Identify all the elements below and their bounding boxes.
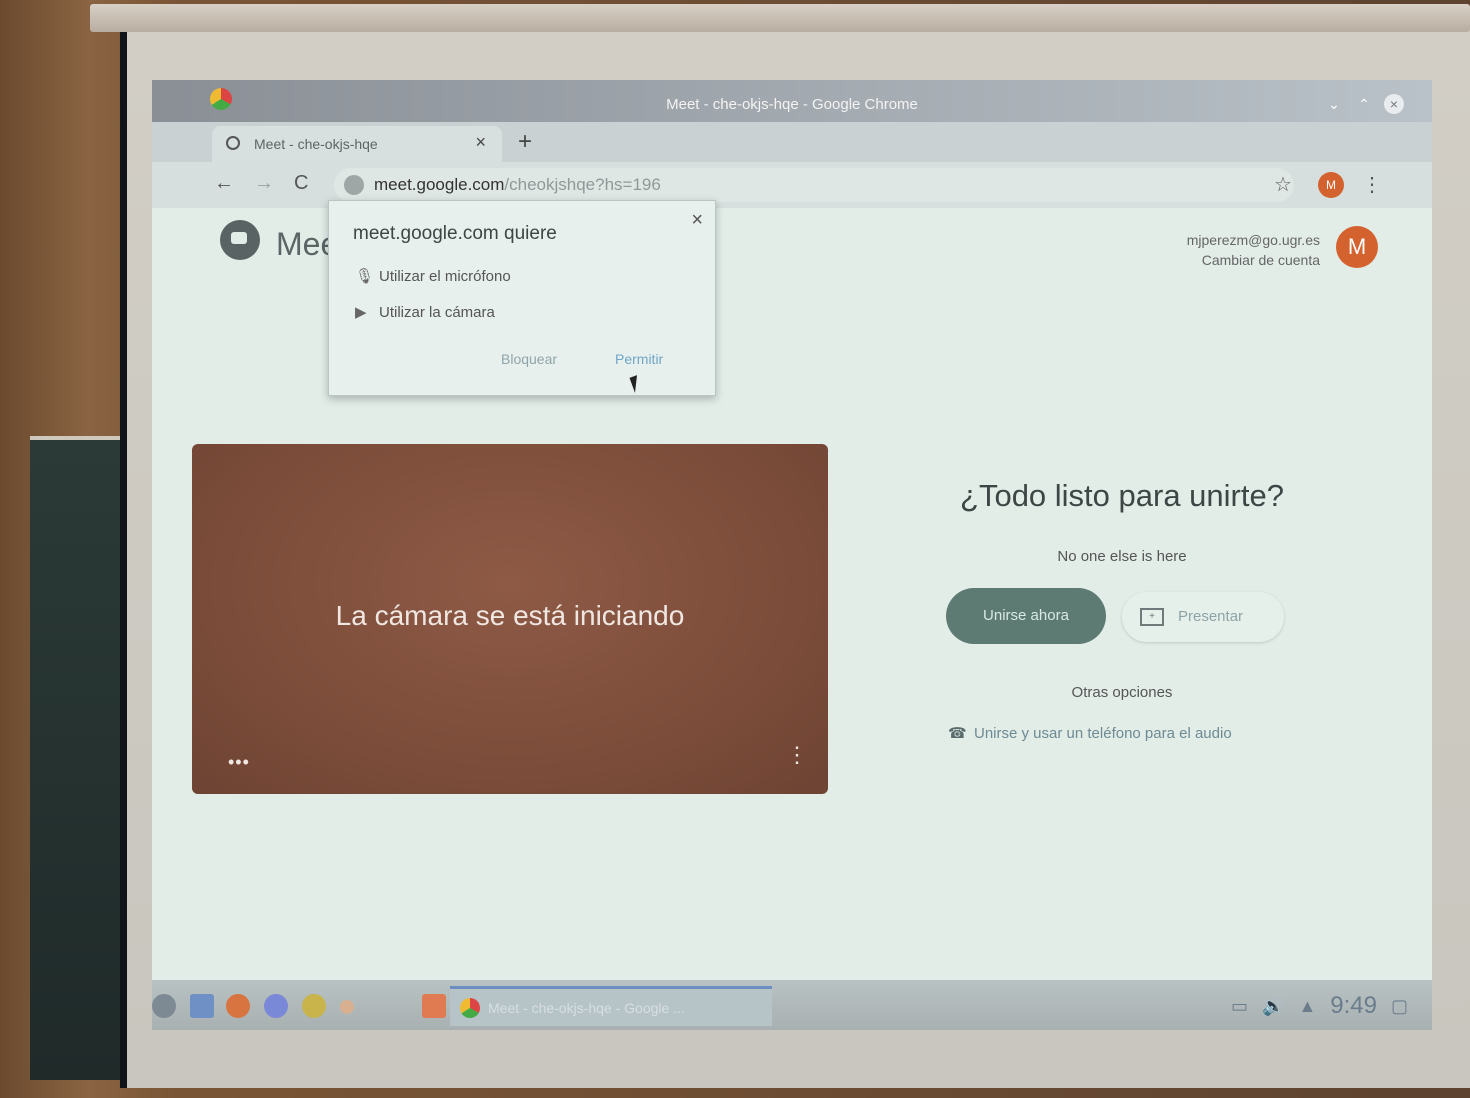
taskbar: Meet - che-okjs-hqe - Google ... ▭ 🔊 ▲ 9… [152,980,1432,1030]
new-tab-button[interactable]: + [518,128,532,156]
permission-title: meet.google.com quiere [353,223,557,244]
mic-label: Utilizar el micrófono [379,268,511,285]
permission-camera-row: ▶ Utilizar la cámara [355,303,495,321]
tray-expand-icon[interactable]: ▲ [1298,996,1316,1017]
join-now-button[interactable]: Unirse ahora [946,588,1106,644]
taskbar-chrome-window[interactable]: Meet - che-okjs-hqe - Google ... [450,986,772,1026]
present-button[interactable]: + Presentar [1122,592,1284,642]
screen-roller [90,4,1470,32]
preview-dots-icon: ••• [228,752,250,772]
preview-more-options-icon[interactable]: ⋮ [786,742,808,768]
app-icon[interactable] [302,994,326,1018]
clock[interactable]: 9:49 [1330,992,1377,1020]
tab-favicon-icon [226,136,240,150]
switch-account-link[interactable]: Cambiar de cuenta [1187,250,1320,270]
allow-button[interactable]: Permitir [615,351,663,367]
window-titlebar: Meet - che-okjs-hqe - Google Chrome ⌄ ⌃ … [152,80,1432,122]
account-info: mjperezm@go.ugr.es Cambiar de cuenta [1187,230,1320,270]
file-manager-icon[interactable] [190,994,214,1018]
microphone-icon: 🎙 [355,268,375,285]
join-by-phone-option[interactable]: ☎ Unirse y usar un teléfono para el audio [948,724,1328,742]
presentation-app-icon[interactable] [422,994,446,1018]
profile-avatar[interactable]: M [1318,172,1344,198]
chrome-menu-icon[interactable]: ⋮ [1362,172,1382,197]
other-options-heading: Otras opciones [1071,684,1173,701]
projected-desktop: Meet - che-okjs-hqe - Google Chrome ⌄ ⌃ … [152,80,1432,1030]
system-tray: ▭ 🔊 ▲ 9:49 ▢ [1231,992,1408,1020]
browser-icon[interactable] [264,994,288,1018]
task-label: Meet - che-okjs-hqe - Google ... [488,1000,685,1016]
forward-arrow-icon[interactable]: → [254,172,274,195]
account-avatar[interactable]: M [1336,226,1378,268]
block-button[interactable]: Bloquear [501,351,557,367]
lock-icon[interactable] [344,175,364,195]
url-host: meet.google.com [374,175,505,194]
close-window-icon[interactable]: × [1384,94,1404,114]
permission-mic-row: 🎙 Utilizar el micrófono [355,267,511,285]
show-desktop-icon[interactable]: ▢ [1391,996,1408,1017]
window-controls: ⌄ ⌃ × [1324,94,1404,114]
tab-close-icon[interactable]: × [475,132,486,153]
back-arrow-icon[interactable]: ← [214,172,234,195]
warning-icon[interactable] [340,1000,354,1014]
present-screen-icon: + [1140,608,1164,626]
address-bar[interactable]: meet.google.com/cheokjshqe?hs=196 [334,168,1294,202]
tab-meet[interactable]: Meet - che-okjs-hqe × [212,126,502,162]
app-launcher-icon[interactable] [152,994,176,1018]
join-title: ¿Todo listo para unirte? [960,478,1284,513]
url-path: /cheokjshqe?hs=196 [504,175,661,194]
reload-icon[interactable]: C [294,172,308,195]
phone-icon: ☎ [948,725,967,742]
join-by-phone-label: Unirse y usar un teléfono para el audio [974,725,1232,742]
camera-status-text: La cámara se está iniciando [335,600,685,631]
minimize-icon[interactable]: ⌄ [1324,94,1344,114]
maximize-icon[interactable]: ⌃ [1354,94,1374,114]
bookmark-star-icon[interactable]: ☆ [1274,172,1292,197]
permission-popup: meet.google.com quiere × 🎙 Utilizar el mi… [328,200,716,396]
camera-label: Utilizar la cámara [379,304,495,321]
tab-strip: Meet - che-okjs-hqe × + [152,122,1432,162]
url-text: meet.google.com/cheokjshqe?hs=196 [374,175,661,195]
volume-icon[interactable]: 🔊 [1262,996,1284,1017]
network-icon[interactable]: ▭ [1231,996,1248,1017]
camera-preview: La cámara se está iniciando ••• ⋮ [192,444,828,794]
camera-icon: ▶ [355,304,367,321]
tab-label: Meet - che-okjs-hqe [254,136,378,152]
popup-close-icon[interactable]: × [691,209,703,232]
participants-status: No one else is here [1057,548,1187,565]
meet-page: Mee mjperezm@go.ugr.es Cambiar de cuenta… [152,200,1432,980]
firefox-icon[interactable] [226,994,250,1018]
window-title: Meet - che-okjs-hqe - Google Chrome [666,96,918,113]
present-label: Presentar [1178,608,1244,625]
chrome-task-icon [460,998,480,1018]
meet-logo-icon [220,220,260,260]
account-email: mjperezm@go.ugr.es [1186,232,1320,248]
